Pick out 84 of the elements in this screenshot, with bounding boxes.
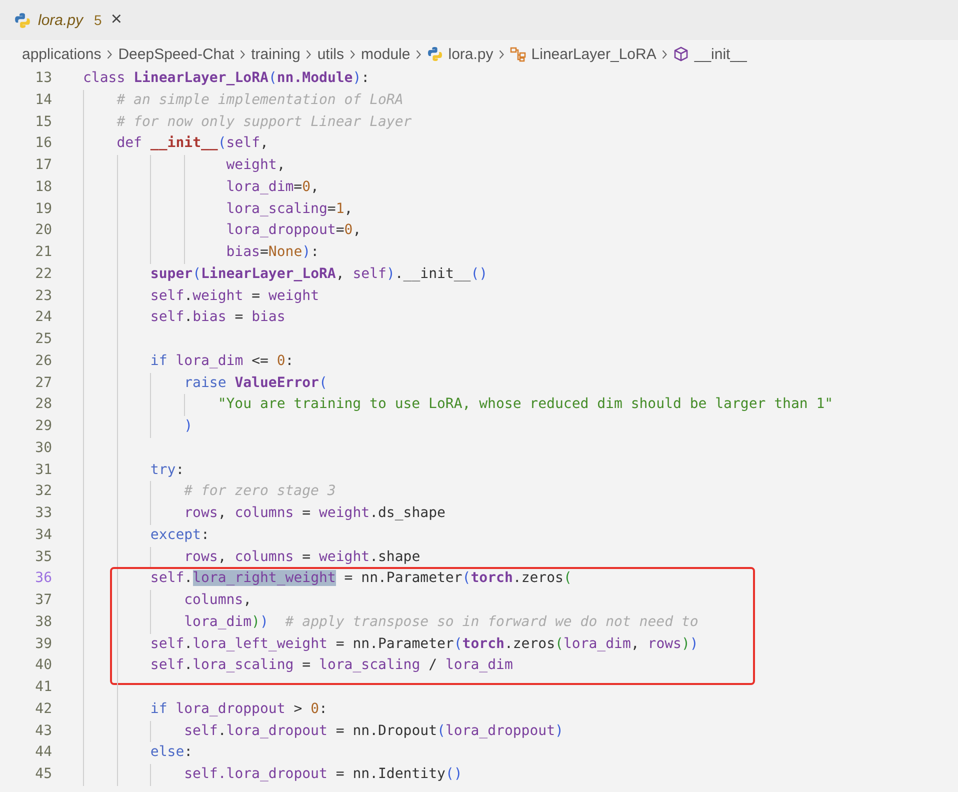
line-number: 24 bbox=[34, 308, 52, 328]
breadcrumb-item[interactable]: applications bbox=[22, 46, 102, 62]
code-line: lora_dim)) # apply transpose so in forward we do not need to bbox=[184, 612, 698, 632]
line-number: 30 bbox=[34, 438, 52, 458]
chevron-icon bbox=[106, 48, 114, 60]
line-number: 37 bbox=[34, 591, 52, 610]
code-line: self.bias = bias bbox=[150, 308, 286, 328]
line-number: 29 bbox=[34, 417, 52, 436]
line-number: 36 bbox=[34, 569, 52, 588]
line-number: 27 bbox=[34, 374, 52, 392]
code-line: weight, bbox=[225, 156, 286, 175]
close-button[interactable]: × bbox=[110, 9, 122, 31]
code-line: self.weight = weight bbox=[150, 286, 320, 306]
code-line: if lora_dim <= 0: bbox=[150, 352, 294, 371]
chevron-icon bbox=[498, 48, 506, 60]
line-number: 45 bbox=[34, 765, 52, 784]
code-line: try: bbox=[150, 460, 184, 480]
line-number: 33 bbox=[34, 504, 52, 523]
code-line: self.lora_dropout = nn.Dropout(lora_droppout) bbox=[184, 722, 564, 740]
line-number: 14 bbox=[34, 90, 52, 110]
line-number: 44 bbox=[34, 743, 52, 762]
line-number: 25 bbox=[34, 330, 52, 349]
code-line: self.lora_left_weight = nn.Parameter(torch.zeros(lora_dim, rows)) bbox=[150, 634, 698, 654]
breadcrumb-item[interactable]: DeepSpeed-Chat bbox=[118, 46, 234, 62]
code-line: "You are training to use LoRA, whose reduced dim should be larger than 1" bbox=[218, 395, 834, 414]
line-number: 16 bbox=[34, 134, 52, 154]
line-number: 19 bbox=[34, 200, 52, 218]
code-line: lora_dim=0, bbox=[225, 178, 319, 197]
code-line: # for now only support Linear Layer bbox=[116, 112, 412, 132]
line-number: 38 bbox=[34, 612, 52, 632]
chevron-icon bbox=[661, 48, 668, 60]
line-number: 15 bbox=[34, 112, 52, 132]
code-line: ) bbox=[184, 417, 193, 436]
cube-icon bbox=[673, 46, 690, 62]
code-line: lora_scaling=1, bbox=[225, 200, 353, 218]
python-icon bbox=[14, 12, 31, 28]
line-number: 35 bbox=[34, 548, 52, 566]
line-number: 41 bbox=[34, 678, 52, 697]
code-line: raise ValueError( bbox=[184, 374, 328, 392]
breadcrumb-item[interactable]: module bbox=[361, 46, 410, 62]
line-number: 17 bbox=[34, 156, 52, 175]
python-icon bbox=[427, 46, 444, 62]
line-number: 13 bbox=[34, 69, 52, 88]
code-line: except: bbox=[150, 526, 210, 545]
code-line: lora_droppout=0, bbox=[225, 221, 362, 240]
line-number: 28 bbox=[34, 395, 52, 414]
line-number: 23 bbox=[34, 286, 52, 306]
line-number: 22 bbox=[34, 264, 52, 284]
code-line: self.lora_dropout = nn.Identity() bbox=[184, 765, 462, 784]
code-line: rows, columns = weight.shape bbox=[184, 548, 420, 566]
chevron-icon bbox=[349, 48, 356, 60]
chevron-icon bbox=[415, 48, 422, 60]
class-icon bbox=[510, 46, 526, 62]
line-number: 31 bbox=[34, 460, 52, 480]
breadcrumb-item[interactable]: utils bbox=[317, 46, 344, 62]
problem-count: 5 bbox=[94, 12, 102, 28]
line-number: 18 bbox=[34, 178, 52, 197]
line-number: 40 bbox=[34, 656, 52, 676]
line-number: 26 bbox=[34, 352, 52, 371]
chevron-icon bbox=[305, 48, 312, 60]
chevron-icon bbox=[239, 48, 246, 60]
code-line: super(LinearLayer_LoRA, self).__init__() bbox=[150, 264, 488, 284]
line-number: 34 bbox=[34, 526, 52, 545]
code-line: # an simple implementation of LoRA bbox=[116, 90, 404, 110]
code-line: self.lora_right_weight = nn.Parameter(torch.zeros( bbox=[150, 569, 572, 588]
line-number: 20 bbox=[34, 221, 52, 240]
code-line: bias=None): bbox=[225, 243, 319, 262]
line-number: 43 bbox=[34, 722, 52, 740]
line-number: 32 bbox=[34, 482, 52, 502]
breadcrumb-item[interactable]: training bbox=[251, 46, 300, 62]
code-line: columns, bbox=[184, 591, 252, 610]
code-line: def __init__(self, bbox=[116, 134, 268, 154]
breadcrumb-item[interactable]: LinearLayer_LoRA bbox=[510, 46, 656, 62]
code-line: rows, columns = weight.ds_shape bbox=[184, 504, 446, 523]
line-number: 21 bbox=[34, 243, 52, 262]
line-number: 39 bbox=[34, 634, 52, 654]
code-line: # for zero stage 3 bbox=[184, 482, 336, 502]
code-line: class LinearLayer_LoRA(nn.Module): bbox=[83, 69, 370, 88]
line-number: 42 bbox=[34, 700, 52, 719]
code-line: else: bbox=[150, 743, 193, 762]
code-line: self.lora_scaling = lora_scaling / lora_dim bbox=[150, 656, 513, 676]
breadcrumb-item[interactable]: lora.py bbox=[427, 46, 494, 62]
code-line: if lora_droppout > 0: bbox=[150, 700, 328, 719]
breadcrumb-item[interactable]: __init__ bbox=[673, 46, 747, 62]
